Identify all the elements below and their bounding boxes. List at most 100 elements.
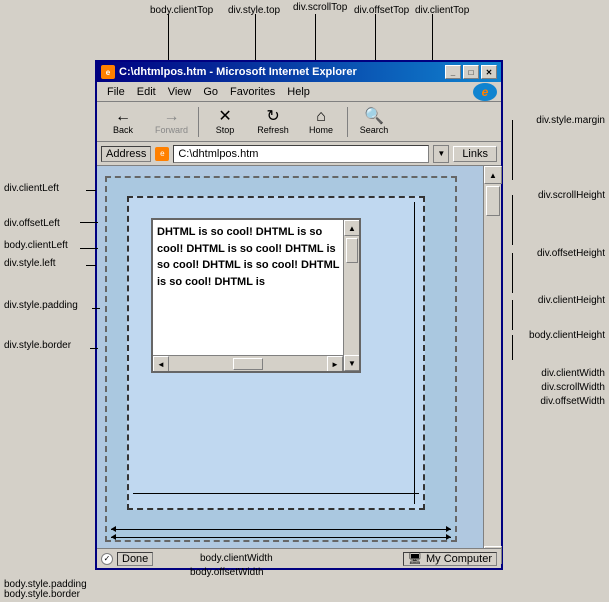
div-content: DHTML is so cool! DHTML is so cool! DHTM… — [153, 220, 359, 308]
line-body-client-left — [80, 248, 98, 249]
menu-go[interactable]: Go — [197, 84, 224, 100]
body-area: DHTML is so cool! DHTML is so cool! DHTM… — [105, 176, 457, 542]
menu-help[interactable]: Help — [281, 84, 316, 100]
scroll-track-v — [344, 236, 359, 355]
line-div-offset-left — [80, 222, 98, 223]
annotation-body-client-left: body.clientLeft — [4, 240, 68, 251]
horizontal-scrollbar[interactable]: ◄ ► — [153, 355, 343, 371]
browser-scroll-track — [484, 184, 501, 546]
scroll-thumb-v[interactable] — [346, 238, 358, 263]
scrollable-div[interactable]: DHTML is so cool! DHTML is so cool! DHTM… — [151, 218, 361, 373]
ie-logo: e — [473, 83, 497, 101]
scroll-down-button[interactable]: ▼ — [344, 355, 360, 371]
line-body-client-height — [512, 335, 513, 360]
measure-clientwidth-line — [133, 493, 419, 494]
annotation-div-client-width: div.clientWidth — [541, 368, 605, 379]
content-container: DHTML is so cool! DHTML is so cool! DHTM… — [97, 166, 501, 564]
refresh-button[interactable]: ↻ Refresh — [251, 107, 295, 137]
search-button[interactable]: 🔍 Search — [352, 107, 396, 137]
annotation-body-clientwidth: body.clientWidth — [200, 553, 273, 564]
vertical-scrollbar[interactable]: ▲ ▼ — [343, 220, 359, 371]
annotation-div-style-border: div.style.border — [4, 340, 71, 351]
annotation-div-style-padding: div.style.padding — [4, 300, 78, 311]
annotation-div-offset-left: div.offsetLeft — [4, 218, 60, 229]
title-bar-left: e C:\dhtmlpos.htm - Microsoft Internet E… — [101, 65, 357, 79]
main-content: DHTML is so cool! DHTML is so cool! DHTM… — [97, 166, 483, 564]
line-div-style-margin — [512, 120, 513, 180]
line-div-style-padding — [92, 308, 100, 309]
line-div-style-top — [255, 14, 256, 64]
annotation-div-offset-width: div.offsetWidth — [540, 396, 605, 407]
toolbar-separator-1 — [198, 107, 199, 137]
address-icon: e — [155, 147, 169, 161]
browser-scroll-thumb[interactable] — [486, 186, 500, 216]
stop-icon: ✕ — [218, 109, 231, 125]
line-div-style-left — [86, 265, 96, 266]
window-title: C:\dhtmlpos.htm - Microsoft Internet Exp… — [119, 66, 357, 78]
line-div-style-border — [90, 348, 98, 349]
status-computer: 🖥 My Computer — [403, 552, 497, 566]
title-buttons[interactable]: _ □ ✕ — [445, 65, 497, 79]
measure-v-right — [414, 202, 415, 504]
annotation-div-client-top: div.clientTop — [415, 5, 469, 16]
annotation-div-scroll-height: div.scrollHeight — [538, 190, 605, 201]
annotation-body-style-border: body.style.border — [4, 589, 80, 600]
line-div-offset-top — [375, 14, 376, 64]
annotation-body-offsetwidth: body.offsetWidth — [190, 567, 264, 578]
line-div-scroll-top — [315, 14, 316, 64]
line-body-client-top — [168, 14, 169, 64]
scroll-left-button[interactable]: ◄ — [153, 356, 169, 372]
address-bar: Address e C:\dhtmlpos.htm ▼ Links — [97, 142, 501, 166]
stop-button[interactable]: ✕ Stop — [203, 107, 247, 137]
title-bar: e C:\dhtmlpos.htm - Microsoft Internet E… — [97, 62, 501, 82]
forward-icon: → — [164, 109, 180, 125]
close-button[interactable]: ✕ — [481, 65, 497, 79]
measure-body-offsetwidth — [111, 537, 451, 538]
scroll-right-button[interactable]: ► — [327, 356, 343, 372]
annotation-div-offset-top: div.offsetTop — [354, 5, 409, 16]
back-icon: ← — [115, 109, 131, 125]
address-input[interactable]: C:\dhtmlpos.htm — [173, 145, 429, 163]
status-bar: ✓ Done 🖥 My Computer — [97, 548, 501, 568]
line-div-scroll-height — [512, 195, 513, 245]
menu-file[interactable]: File — [101, 84, 131, 100]
line-div-client-top — [432, 14, 433, 64]
back-button[interactable]: ← Back — [101, 107, 145, 137]
annotation-div-client-height: div.clientHeight — [538, 295, 605, 306]
annotation-div-style-left: div.style.left — [4, 258, 56, 269]
div-outer-area: DHTML is so cool! DHTML is so cool! DHTM… — [127, 196, 425, 510]
annotation-div-offset-height: div.offsetHeight — [537, 248, 605, 259]
scroll-up-button[interactable]: ▲ — [344, 220, 360, 236]
annotation-body-client-top: body.clientTop — [150, 5, 213, 16]
refresh-icon: ↻ — [266, 109, 279, 125]
forward-button[interactable]: → Forward — [149, 107, 194, 137]
home-button[interactable]: ⌂ Home — [299, 107, 343, 137]
annotation-div-scroll-width: div.scrollWidth — [541, 382, 605, 393]
home-icon: ⌂ — [316, 109, 326, 125]
browser-window: e C:\dhtmlpos.htm - Microsoft Internet E… — [95, 60, 503, 570]
annotation-div-scroll-top: div.scrollTop — [293, 2, 347, 13]
menu-edit[interactable]: Edit — [131, 84, 162, 100]
line-div-client-left — [86, 190, 96, 191]
annotation-body-client-height: body.clientHeight — [529, 330, 605, 341]
menu-view[interactable]: View — [162, 84, 198, 100]
browser-scroll-up[interactable]: ▲ — [484, 166, 502, 184]
annotation-div-style-margin: div.style.margin — [536, 115, 605, 126]
menu-favorites[interactable]: Favorites — [224, 84, 281, 100]
maximize-button[interactable]: □ — [463, 65, 479, 79]
links-button[interactable]: Links — [453, 146, 497, 162]
browser-scrollbar[interactable]: ▲ ▼ — [483, 166, 501, 564]
toolbar-separator-2 — [347, 107, 348, 137]
line-div-offset-height — [512, 253, 513, 293]
menu-bar: File Edit View Go Favorites Help e — [97, 82, 501, 102]
status-icon: ✓ — [101, 553, 113, 565]
scroll-thumb-h[interactable] — [233, 358, 263, 370]
annotation-div-client-left: div.clientLeft — [4, 183, 59, 194]
minimize-button[interactable]: _ — [445, 65, 461, 79]
address-dropdown[interactable]: ▼ — [433, 145, 449, 163]
measure-body-clientwidth — [111, 529, 451, 530]
scroll-track-h — [169, 356, 327, 371]
line-div-client-height — [512, 300, 513, 330]
status-done: Done — [117, 552, 153, 566]
search-icon: 🔍 — [364, 109, 384, 125]
